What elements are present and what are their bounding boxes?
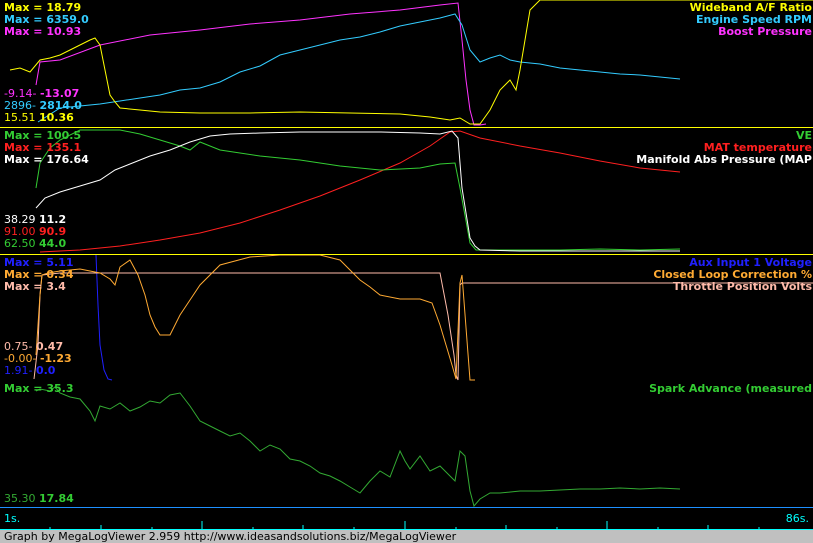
readout-cur: 44.0: [39, 237, 67, 250]
readout-min: 62.50: [4, 237, 36, 250]
graph-panel-ve-mat-map[interactable]: VE MAT temperature Manifold Abs Pressure…: [0, 127, 813, 255]
legend-right-1: Wideband A/F Ratio Engine Speed RPM Boos…: [690, 2, 812, 38]
max-labels-2: Max = 100.5 Max = 135.1 Max = 176.64: [4, 130, 89, 166]
max-map: Max = 176.64: [4, 153, 89, 166]
readouts-3: 0.75- 0.47 -0.00- -1.23 1.91- 0.0: [4, 341, 72, 377]
legend-map: Manifold Abs Pressure (MAP: [636, 153, 812, 166]
readouts-1: -9.14- -13.07 2896- 2814.0 15.51 10.36: [4, 88, 82, 124]
max-tps: Max = 3.4: [4, 280, 66, 293]
readout-min: 1.91-: [4, 364, 33, 377]
status-bar: Graph by MegaLogViewer 2.959 http://www.…: [0, 530, 813, 543]
max-spark: Max = 35.3: [4, 382, 74, 395]
series-map: [35, 130, 680, 252]
graph-panel-aux-closedloop-tps[interactable]: Aux Input 1 Voltage Closed Loop Correcti…: [0, 254, 813, 382]
legend-right-4: Spark Advance (measured: [649, 383, 812, 395]
timeline-end: 86s.: [785, 512, 809, 525]
series-engine-speed: [37, 13, 681, 123]
legend-spark: Spark Advance (measured: [649, 382, 812, 395]
max-labels-1: Max = 18.79 Max = 6359.0 Max = 10.93: [4, 2, 89, 38]
series-mat-temperature: [39, 130, 681, 253]
legend-right-2: VE MAT temperature Manifold Abs Pressure…: [636, 130, 812, 166]
readout-cur: 17.84: [39, 492, 74, 505]
readout-cur: 10.36: [39, 111, 74, 124]
legend-right-3: Aux Input 1 Voltage Closed Loop Correcti…: [653, 257, 812, 293]
legend-boost: Boost Pressure: [718, 25, 812, 38]
readout-min: 35.30: [4, 492, 36, 505]
readout-cur: 0.0: [35, 364, 56, 377]
series-closed-loop: [35, 255, 475, 381]
timeline-start: 1s.: [4, 512, 21, 525]
series-aux-input: [95, 255, 113, 381]
graph-plot-4: [35, 386, 681, 507]
max-labels-3: Max = 5.11 Max = 0.34 Max = 3.4: [4, 257, 73, 293]
timeline-ticks: [0, 521, 813, 530]
max-labels-4: Max = 35.3: [4, 383, 73, 395]
readout-min: 15.51: [4, 111, 36, 124]
series-ve: [35, 129, 681, 251]
readouts-2: 38.29 11.2 91.00 90.9 62.50 44.0: [4, 214, 66, 250]
graph-panel-spark-advance[interactable]: Spark Advance (measured Max = 35.3 35.30…: [0, 381, 813, 508]
graph-panel-afr-rpm-boost[interactable]: Wideband A/F Ratio Engine Speed RPM Boos…: [0, 0, 813, 128]
readouts-4: 35.30 17.84: [4, 493, 74, 505]
legend-tps: Throttle Position Volts: [672, 280, 812, 293]
timeline-scrubber[interactable]: 1s. 86s.: [0, 509, 813, 530]
footer-credit: Graph by MegaLogViewer 2.959 http://www.…: [4, 530, 457, 543]
max-boost: Max = 10.93: [4, 25, 82, 38]
series-spark-advance: [35, 386, 681, 507]
